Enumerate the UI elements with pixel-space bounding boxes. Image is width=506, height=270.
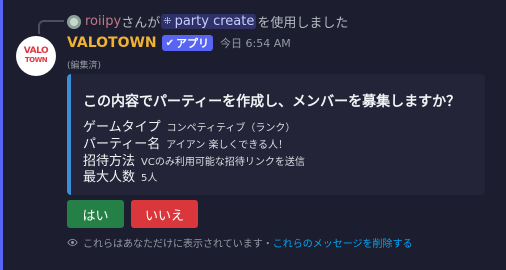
command-name: party create — [174, 14, 255, 29]
field-value: コンペティティブ（ランク） — [166, 123, 296, 134]
reply-prefix: さんが — [121, 16, 161, 31]
app-badge: ✔ アプリ — [161, 35, 214, 51]
avatar-logo-line1: VALO — [23, 46, 49, 56]
reply-suffix: を使用しました — [257, 16, 349, 31]
embed: この内容でパーティーを作成し、メンバーを募集しますか？ ゲームタイプ コンペティ… — [67, 74, 485, 195]
embed-field-max-members: 最大人数 5人 — [83, 166, 157, 185]
avatar[interactable]: VALO TOWN — [16, 36, 56, 76]
avatar-logo-line2: TOWN — [24, 56, 48, 64]
bot-message: roiipy さんが ⁜ party create を使用しました VALO T… — [0, 0, 506, 270]
reply-user-avatar[interactable] — [67, 14, 81, 29]
edited-label: (編集済) — [67, 61, 102, 71]
ephemeral-notice: これらはあなただけに表示されています・ これらのメッセージを削除する — [67, 235, 413, 250]
no-button[interactable]: いいえ — [131, 200, 198, 228]
author-name[interactable]: VALOTOWN — [67, 35, 157, 51]
ephemeral-text: これらはあなただけに表示されています・ — [83, 239, 273, 250]
app-badge-label: アプリ — [176, 37, 210, 50]
command-reply-context[interactable]: roiipy さんが ⁜ party create を使用しました — [67, 12, 348, 31]
highlight-bar — [0, 0, 3, 270]
timestamp[interactable]: 今日 6:54 AM — [220, 35, 291, 51]
reply-username[interactable]: roiipy — [85, 14, 121, 29]
field-name: 最大人数 — [83, 170, 136, 185]
message-header: VALOTOWN ✔ アプリ 今日 6:54 AM — [67, 35, 291, 51]
slash-command-icon: ⁜ — [163, 16, 172, 27]
field-value: 5人 — [141, 173, 158, 184]
field-value: アイアン 楽しくできる人！ — [166, 140, 289, 151]
check-icon: ✔ — [165, 37, 175, 49]
dismiss-messages-link[interactable]: これらのメッセージを削除する — [273, 235, 413, 250]
reply-connector — [38, 20, 64, 34]
command-mention[interactable]: ⁜ party create — [161, 14, 257, 29]
field-value: VCのみ利用可能な招待リンクを送信 — [141, 157, 305, 168]
embed-title: この内容でパーティーを作成し、メンバーを募集しますか？ — [83, 94, 461, 110]
yes-button[interactable]: はい — [67, 200, 124, 228]
eye-icon — [67, 238, 78, 247]
